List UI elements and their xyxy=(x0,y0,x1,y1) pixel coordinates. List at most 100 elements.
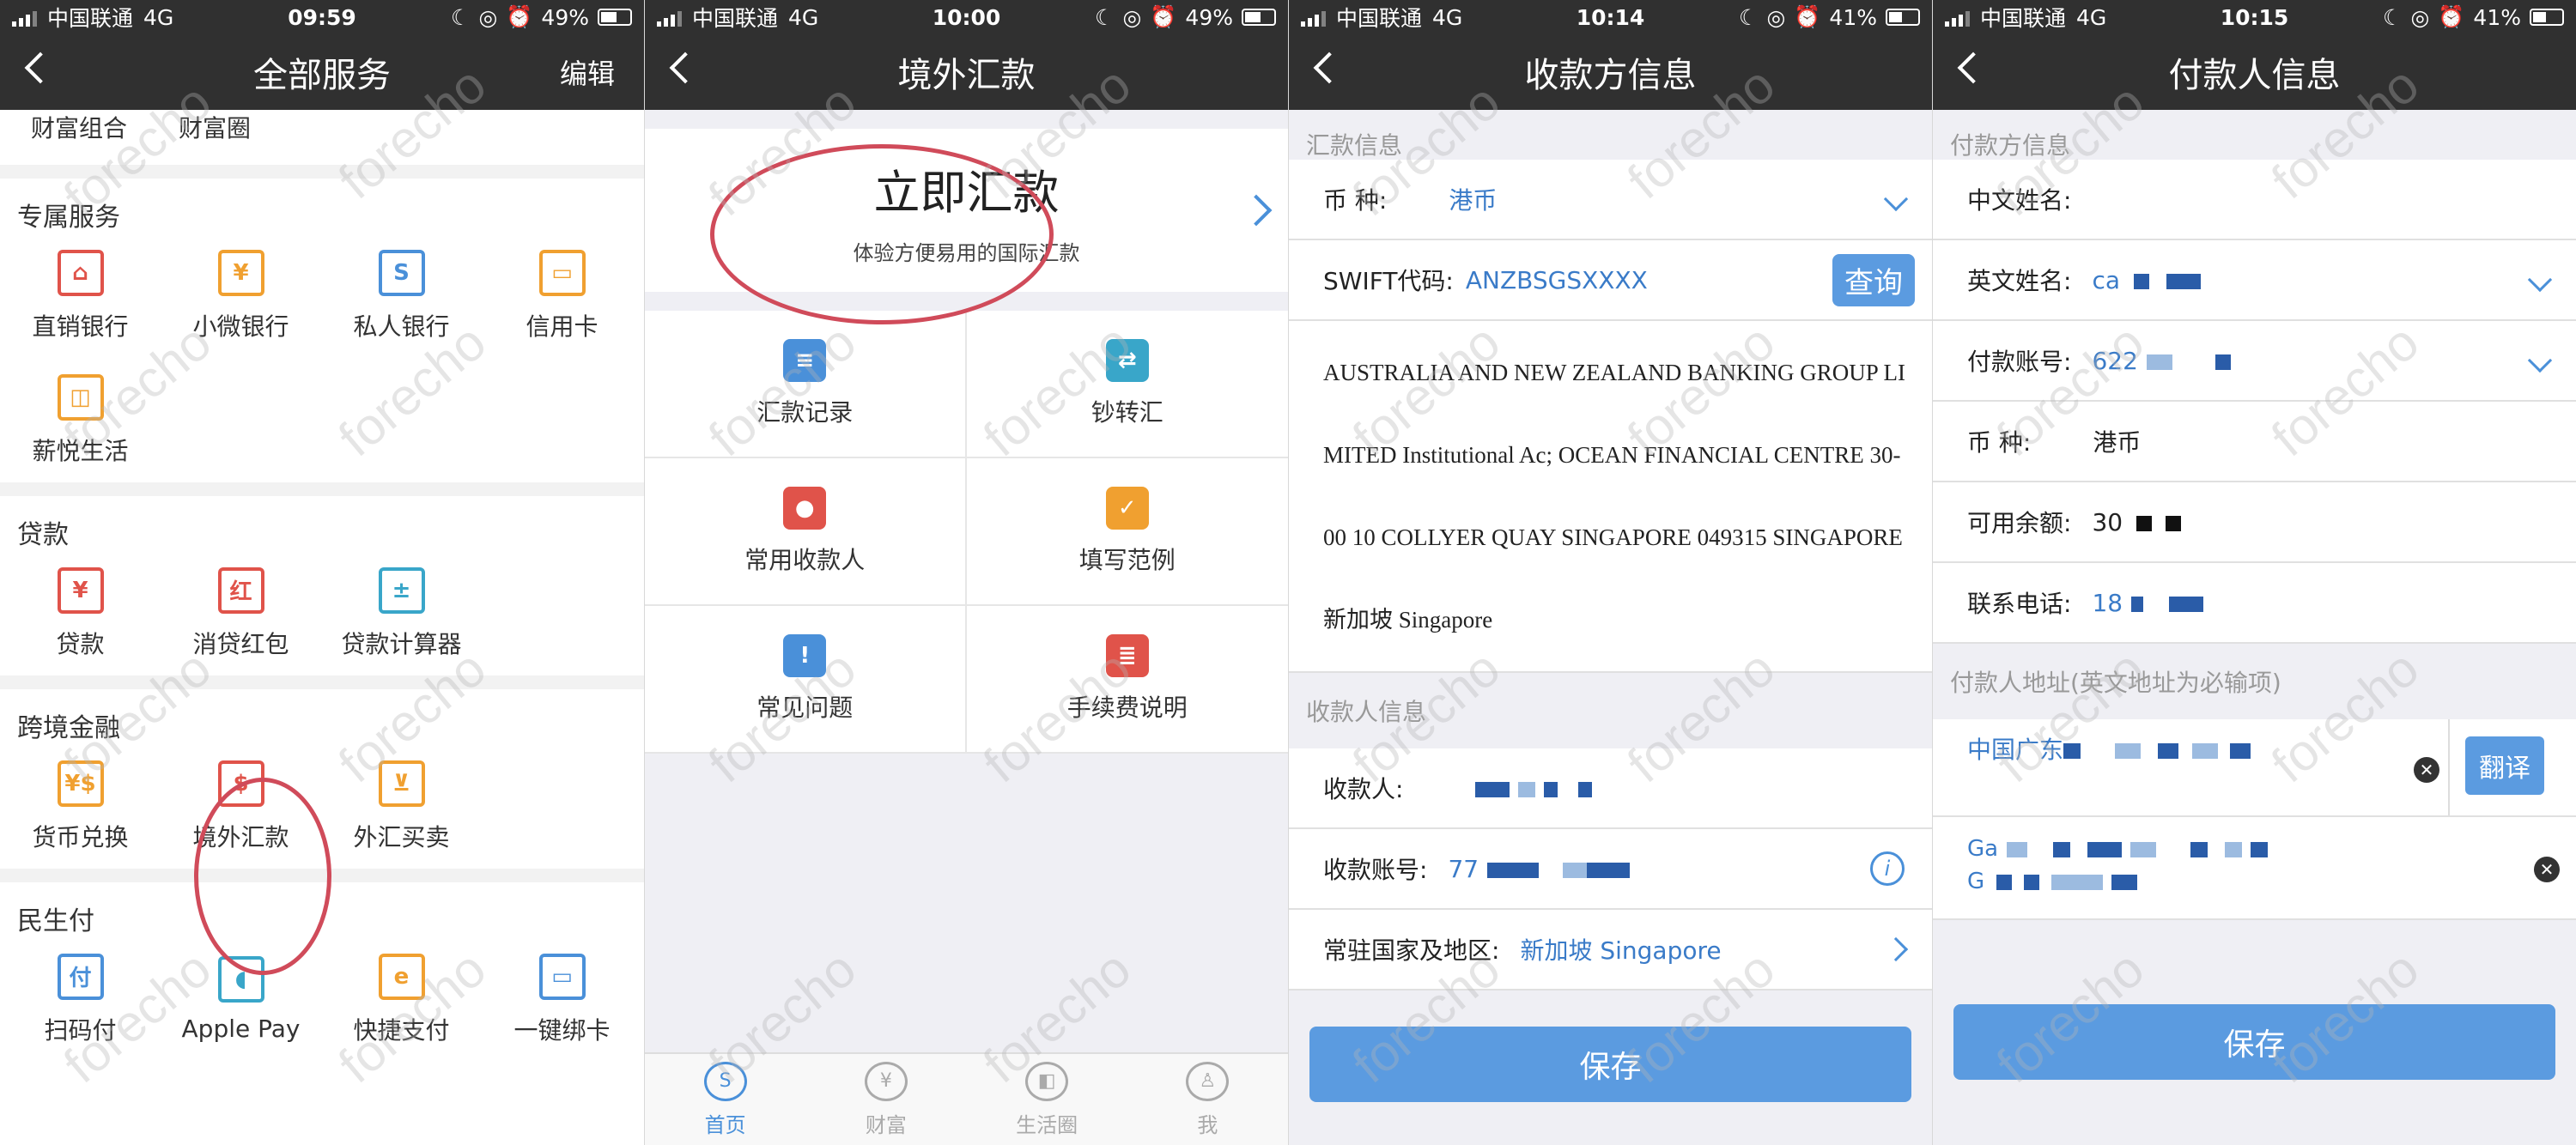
section-remit-info: 汇款信息 xyxy=(1289,110,1932,160)
en-address-line1: Ga xyxy=(1967,836,1999,862)
payer-currency-label: 币 种: xyxy=(1967,428,2032,457)
screenshot-collage: 中国联通 4G 09:59 ☾ ◎ ⏰ 49% 全部服务 编辑 财富组合 财富圈… xyxy=(0,0,2576,1145)
service-item-wealth-circle[interactable]: 财富圈 xyxy=(179,110,251,144)
clear-icon[interactable]: ✕ xyxy=(2534,857,2560,882)
wealth-icon: ¥ xyxy=(864,1061,908,1101)
tab-item[interactable]: ¥ 财富 xyxy=(805,1054,966,1145)
service-item[interactable]: ± 贷款计算器 xyxy=(321,551,482,675)
swift-row: SWIFT代码: ANZBSGSXXXX 查询 xyxy=(1289,240,1932,321)
wallet-icon: ◫ xyxy=(57,373,104,421)
carrier-label: 中国联通 xyxy=(47,6,134,31)
service-item[interactable]: ⌂ 直销银行 xyxy=(0,233,161,358)
section-payer-info: 付款方信息 xyxy=(1933,110,2576,160)
service-item[interactable]: ▭ 信用卡 xyxy=(482,233,642,358)
function-tile[interactable]: ≡ 汇款记录 xyxy=(645,311,967,458)
payee-row: 收款人: xyxy=(1289,748,1932,829)
battery-percent: 49% xyxy=(541,4,589,30)
signal-icon xyxy=(657,8,682,27)
page-title: 收款方信息 xyxy=(1524,56,1697,95)
en-name-label: 英文姓名: xyxy=(1967,267,2072,295)
back-arrow-icon[interactable] xyxy=(669,51,702,84)
payer-account-row[interactable]: 付款账号: 622 xyxy=(1933,321,2576,402)
s-logo-icon: S xyxy=(378,249,425,296)
payer-currency-row: 币 种: 港币 xyxy=(1933,402,2576,482)
account-label: 收款账号: xyxy=(1323,856,1428,884)
top-items-row: 财富组合 财富圈 xyxy=(0,110,644,179)
account-input[interactable]: 77 xyxy=(1448,855,1870,883)
phone-input[interactable]: 18 xyxy=(2092,589,2559,617)
cn-address-input[interactable]: 中国广东 xyxy=(1967,731,2251,766)
service-item[interactable]: ¥$ 货币兑换 xyxy=(0,744,161,869)
question-icon: ! xyxy=(783,634,827,677)
swift-label: SWIFT代码: xyxy=(1323,267,1454,295)
network-label: 4G xyxy=(1432,4,1463,30)
service-label: 贷款 xyxy=(56,629,105,658)
en-address-input[interactable]: Ga G xyxy=(1967,833,2269,898)
clear-icon[interactable]: ✕ xyxy=(2414,757,2439,783)
info-icon[interactable]: i xyxy=(1870,851,1905,886)
payer-account-label: 付款账号: xyxy=(1967,348,2072,376)
edit-button[interactable]: 编辑 xyxy=(560,52,615,92)
country-row[interactable]: 常驻国家及地区: 新加坡 Singapore xyxy=(1289,910,1932,991)
service-label: 贷款计算器 xyxy=(341,629,462,658)
battery-percent: 41% xyxy=(1829,4,1877,30)
service-item[interactable]: 红消贷红包 xyxy=(161,551,321,675)
save-button[interactable]: 保存 xyxy=(1953,1004,2555,1080)
service-item[interactable]: ¥ 贷款 xyxy=(0,551,161,675)
chevron-down-icon xyxy=(2527,267,2553,293)
query-button[interactable]: 查询 xyxy=(1832,253,1915,306)
en-name-value: ca xyxy=(2092,266,2531,294)
function-tile[interactable]: ✓ 填写范例 xyxy=(966,458,1288,606)
back-arrow-icon[interactable] xyxy=(24,51,57,84)
chevron-down-icon xyxy=(1883,186,1909,212)
carrier-label: 中国联通 xyxy=(692,6,779,31)
payee-input[interactable] xyxy=(1424,774,1915,803)
service-section: 贷款 ¥ 贷款红消贷红包 ± 贷款计算器 xyxy=(0,496,644,675)
battery-percent: 41% xyxy=(2473,4,2521,30)
bank-icon: ⌂ xyxy=(57,249,104,296)
chevron-down-icon xyxy=(2527,348,2553,373)
service-item[interactable]: e 快捷支付 xyxy=(321,937,482,1062)
function-tile[interactable]: ≣ 手续费说明 xyxy=(966,606,1288,754)
cn-address-prefix: 中国广东 xyxy=(1967,736,2064,764)
bank-line: 新加坡 Singapore xyxy=(1323,607,1493,633)
tab-item[interactable]: ◧ 生活圈 xyxy=(967,1054,1127,1145)
clock: 10:00 xyxy=(932,4,1001,30)
translate-button[interactable]: 翻译 xyxy=(2465,736,2544,795)
service-item[interactable]: ⊻ 外汇买卖 xyxy=(321,744,482,869)
nav-bar: 全部服务 编辑 xyxy=(0,34,644,110)
save-button[interactable]: 保存 xyxy=(1309,1027,1911,1102)
clock: 10:14 xyxy=(1576,4,1645,30)
back-arrow-icon[interactable] xyxy=(1313,51,1346,84)
service-item[interactable]: ▭ 一键绑卡 xyxy=(482,937,642,1062)
red-packet-icon: 红 xyxy=(217,566,264,614)
service-label: 货币兑换 xyxy=(32,822,129,851)
alarm-icon: ⏰ xyxy=(2438,4,2465,29)
service-label: 薪悦生活 xyxy=(32,436,129,465)
function-tile[interactable]: ● 常用收款人 xyxy=(645,458,967,606)
network-label: 4G xyxy=(143,4,174,30)
service-item[interactable]: ◫ 薪悦生活 xyxy=(0,358,161,482)
service-item[interactable]: 付扫码付 xyxy=(0,937,161,1062)
highlight-circle xyxy=(710,144,1054,324)
person-icon: ● xyxy=(783,487,827,530)
bank-line: AUSTRALIA AND NEW ZEALAND BANKING GROUP … xyxy=(1323,360,1905,385)
service-item[interactable]: S 私人银行 xyxy=(321,233,482,358)
currency-row[interactable]: 币 种: 港币 xyxy=(1289,160,1932,240)
tab-item[interactable]: ♙ 我 xyxy=(1127,1054,1288,1145)
en-name-row[interactable]: 英文姓名: ca xyxy=(1933,240,2576,321)
payer-account-value: 622 xyxy=(2092,347,2531,375)
en-address-row: Ga G ✕ xyxy=(1933,817,2576,920)
quick-pay-icon: e xyxy=(378,953,425,1000)
payer-currency-value: 港币 xyxy=(2093,428,2142,457)
rotation-lock-icon: ◎ xyxy=(1766,4,1786,30)
service-item[interactable]: ¥ 小微银行 xyxy=(161,233,321,358)
bind-card-icon: ▭ xyxy=(538,953,586,1000)
back-arrow-icon[interactable] xyxy=(1957,51,1990,84)
swift-input[interactable]: ANZBSGSXXXX xyxy=(1466,266,1832,294)
tab-label: 生活圈 xyxy=(1016,1112,1078,1137)
tab-item[interactable]: S 首页 xyxy=(645,1054,805,1145)
service-item-wealth-portfolio[interactable]: 财富组合 xyxy=(31,110,127,144)
function-tile[interactable]: ⇄ 钞转汇 xyxy=(966,311,1288,458)
function-tile[interactable]: ! 常见问题 xyxy=(645,606,967,754)
